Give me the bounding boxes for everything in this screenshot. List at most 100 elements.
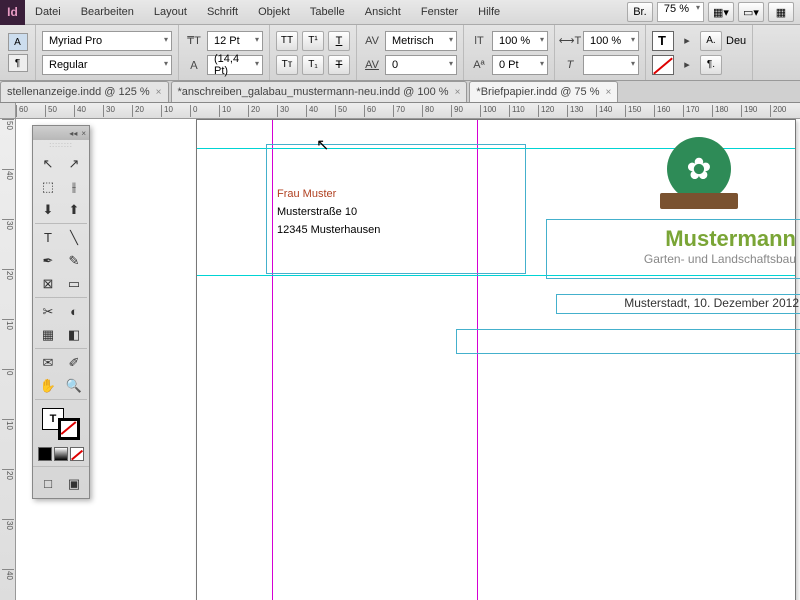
eyedropper-tool[interactable]: ✐	[61, 351, 87, 374]
close-icon[interactable]: ×	[156, 87, 162, 98]
tracking-select[interactable]: 0	[385, 55, 457, 75]
arrange-button[interactable]: ▦	[768, 2, 794, 22]
gradient-swatch-tool[interactable]: ▦	[35, 323, 61, 346]
address-name: Frau Muster	[277, 185, 515, 203]
app-icon: Id	[0, 0, 25, 25]
line-tool[interactable]: ╲	[61, 226, 87, 249]
rectangle-tool[interactable]: ▭	[61, 272, 87, 295]
address-street: Musterstraße 10	[277, 203, 515, 221]
kerning-select[interactable]: Metrisch	[385, 31, 457, 51]
menu-layout[interactable]: Layout	[144, 0, 197, 25]
apply-color-button[interactable]	[38, 447, 52, 461]
selection-tool[interactable]: ↖	[35, 152, 61, 175]
apply-gradient-button[interactable]	[54, 447, 68, 461]
screen-mode-button[interactable]: ▭▾	[738, 2, 764, 22]
view-mode-preview[interactable]: ▣	[62, 472, 86, 495]
baseline-select[interactable]: 0 Pt	[492, 55, 548, 75]
skew-icon: T	[561, 56, 579, 74]
leading-select[interactable]: (14,4 Pt)	[207, 55, 263, 75]
company-tagline: Garten- und Landschaftsbau	[557, 252, 796, 266]
content-collector-tool[interactable]: ⬇	[35, 198, 61, 221]
direct-selection-tool[interactable]: ↗	[61, 152, 87, 175]
workspace: 6050403020100102030405060708090100110120…	[0, 103, 800, 600]
hscale-select[interactable]: 100 %	[583, 31, 639, 51]
zoom-level-select[interactable]: 75 %	[657, 2, 704, 22]
note-tool[interactable]: ✉	[35, 351, 61, 374]
lang-label: Deu	[726, 35, 746, 47]
doc-tab-3[interactable]: *Briefpapier.indd @ 75 %×	[469, 81, 618, 102]
menu-schrift[interactable]: Schrift	[197, 0, 248, 25]
subscript-button[interactable]: T₁	[302, 55, 324, 75]
character-mode-button[interactable]: A	[8, 33, 28, 51]
pencil-tool[interactable]: ✎	[61, 249, 87, 272]
close-icon[interactable]: ×	[81, 129, 86, 138]
menu-tabelle[interactable]: Tabelle	[300, 0, 355, 25]
baseline-icon: Aª	[470, 56, 488, 74]
document-tabs: stellenanzeige.indd @ 125 %× *anschreibe…	[0, 81, 800, 103]
smallcaps-button[interactable]: Tᴛ	[276, 55, 298, 75]
company-header-frame[interactable]: Mustermann Garten- und Landschaftsbau	[546, 219, 800, 279]
company-name: Mustermann	[557, 226, 796, 252]
char-style-button[interactable]: A.	[700, 31, 722, 51]
skew-select[interactable]	[583, 55, 639, 75]
vscale-select[interactable]: 100 %	[492, 31, 548, 51]
menu-objekt[interactable]: Objekt	[248, 0, 300, 25]
rectangle-frame-tool[interactable]: ⊠	[35, 272, 61, 295]
date-textframe[interactable]: Musterstadt, 10. Dezember 2012	[556, 294, 800, 314]
gap-tool[interactable]: ⫲	[61, 175, 87, 198]
close-icon[interactable]: ×	[455, 87, 461, 98]
fill-stroke-swatch[interactable]: T	[42, 408, 80, 440]
tree-icon: ✿	[686, 152, 711, 187]
canvas[interactable]: Frau Muster Musterstraße 10 12345 Muster…	[16, 119, 800, 600]
type-tool[interactable]: T	[35, 226, 61, 249]
tools-panel[interactable]: ◂◂ × :::::::: ↖ ↗ ⬚ ⫲ ⬇ ⬆ T ╲ ✒ ✎ ⊠ ▭ ✂ ◐…	[32, 125, 90, 499]
collapse-icon[interactable]: ◂◂	[69, 129, 77, 138]
menu-hilfe[interactable]: Hilfe	[468, 0, 510, 25]
doc-tab-1[interactable]: stellenanzeige.indd @ 125 %×	[0, 81, 169, 102]
menu-datei[interactable]: Datei	[25, 0, 71, 25]
hand-tool[interactable]: ✋	[35, 374, 61, 397]
stroke-swatch[interactable]	[652, 55, 674, 75]
para-style-button[interactable]: ¶.	[700, 55, 722, 75]
address-textframe[interactable]: Frau Muster Musterstraße 10 12345 Muster…	[266, 144, 526, 274]
close-icon[interactable]: ×	[606, 87, 612, 98]
view-options-button[interactable]: ▦▾	[708, 2, 734, 22]
free-transform-tool[interactable]: ◐	[61, 300, 87, 323]
scissors-tool[interactable]: ✂	[35, 300, 61, 323]
gradient-feather-tool[interactable]: ◧	[61, 323, 87, 346]
font-family-select[interactable]: Myriad Pro	[42, 31, 172, 51]
menu-ansicht[interactable]: Ansicht	[355, 0, 411, 25]
doc-tab-2[interactable]: *anschreiben_galabau_mustermann-neu.indd…	[171, 81, 468, 102]
menu-fenster[interactable]: Fenster	[411, 0, 468, 25]
panel-header[interactable]: ◂◂ ×	[33, 126, 89, 140]
hscale-icon: ⟷T	[561, 32, 579, 50]
address-city: 12345 Musterhausen	[277, 221, 515, 239]
content-placer-tool[interactable]: ⬆	[61, 198, 87, 221]
menu-bearbeiten[interactable]: Bearbeiten	[71, 0, 144, 25]
font-style-select[interactable]: Regular	[42, 55, 172, 75]
control-panel: A ¶ Myriad Pro Regular ₸T 12 Pt Ａ (14,4 …	[0, 25, 800, 81]
apply-none-button[interactable]	[70, 447, 84, 461]
page-tool[interactable]: ⬚	[35, 175, 61, 198]
tracking-icon: AV	[363, 56, 381, 74]
menu-bar: Id Datei Bearbeiten Layout Schrift Objek…	[0, 0, 800, 25]
logo[interactable]: ✿	[656, 137, 742, 213]
strikethrough-button[interactable]: T	[328, 55, 350, 75]
underline-button[interactable]: T	[328, 31, 350, 51]
chevron-right-icon: ▸	[678, 32, 696, 50]
body-textframe[interactable]	[456, 329, 800, 354]
font-size-icon: ₸T	[185, 32, 203, 50]
horizontal-ruler[interactable]: 6050403020100102030405060708090100110120…	[16, 103, 800, 119]
font-size-select[interactable]: 12 Pt	[207, 31, 263, 51]
panel-grip[interactable]: ::::::::	[33, 140, 89, 150]
fill-swatch[interactable]: T	[652, 31, 674, 51]
superscript-button[interactable]: T¹	[302, 31, 324, 51]
zoom-tool[interactable]: 🔍	[61, 374, 87, 397]
pen-tool[interactable]: ✒	[35, 249, 61, 272]
view-mode-normal[interactable]: □	[36, 472, 60, 495]
bridge-button[interactable]: Br.	[627, 2, 653, 22]
paragraph-mode-button[interactable]: ¶	[8, 54, 28, 72]
ruler-origin[interactable]	[0, 103, 16, 119]
vertical-ruler[interactable]: 5040302010010203040	[0, 119, 16, 600]
allcaps-button[interactable]: TT	[276, 31, 298, 51]
